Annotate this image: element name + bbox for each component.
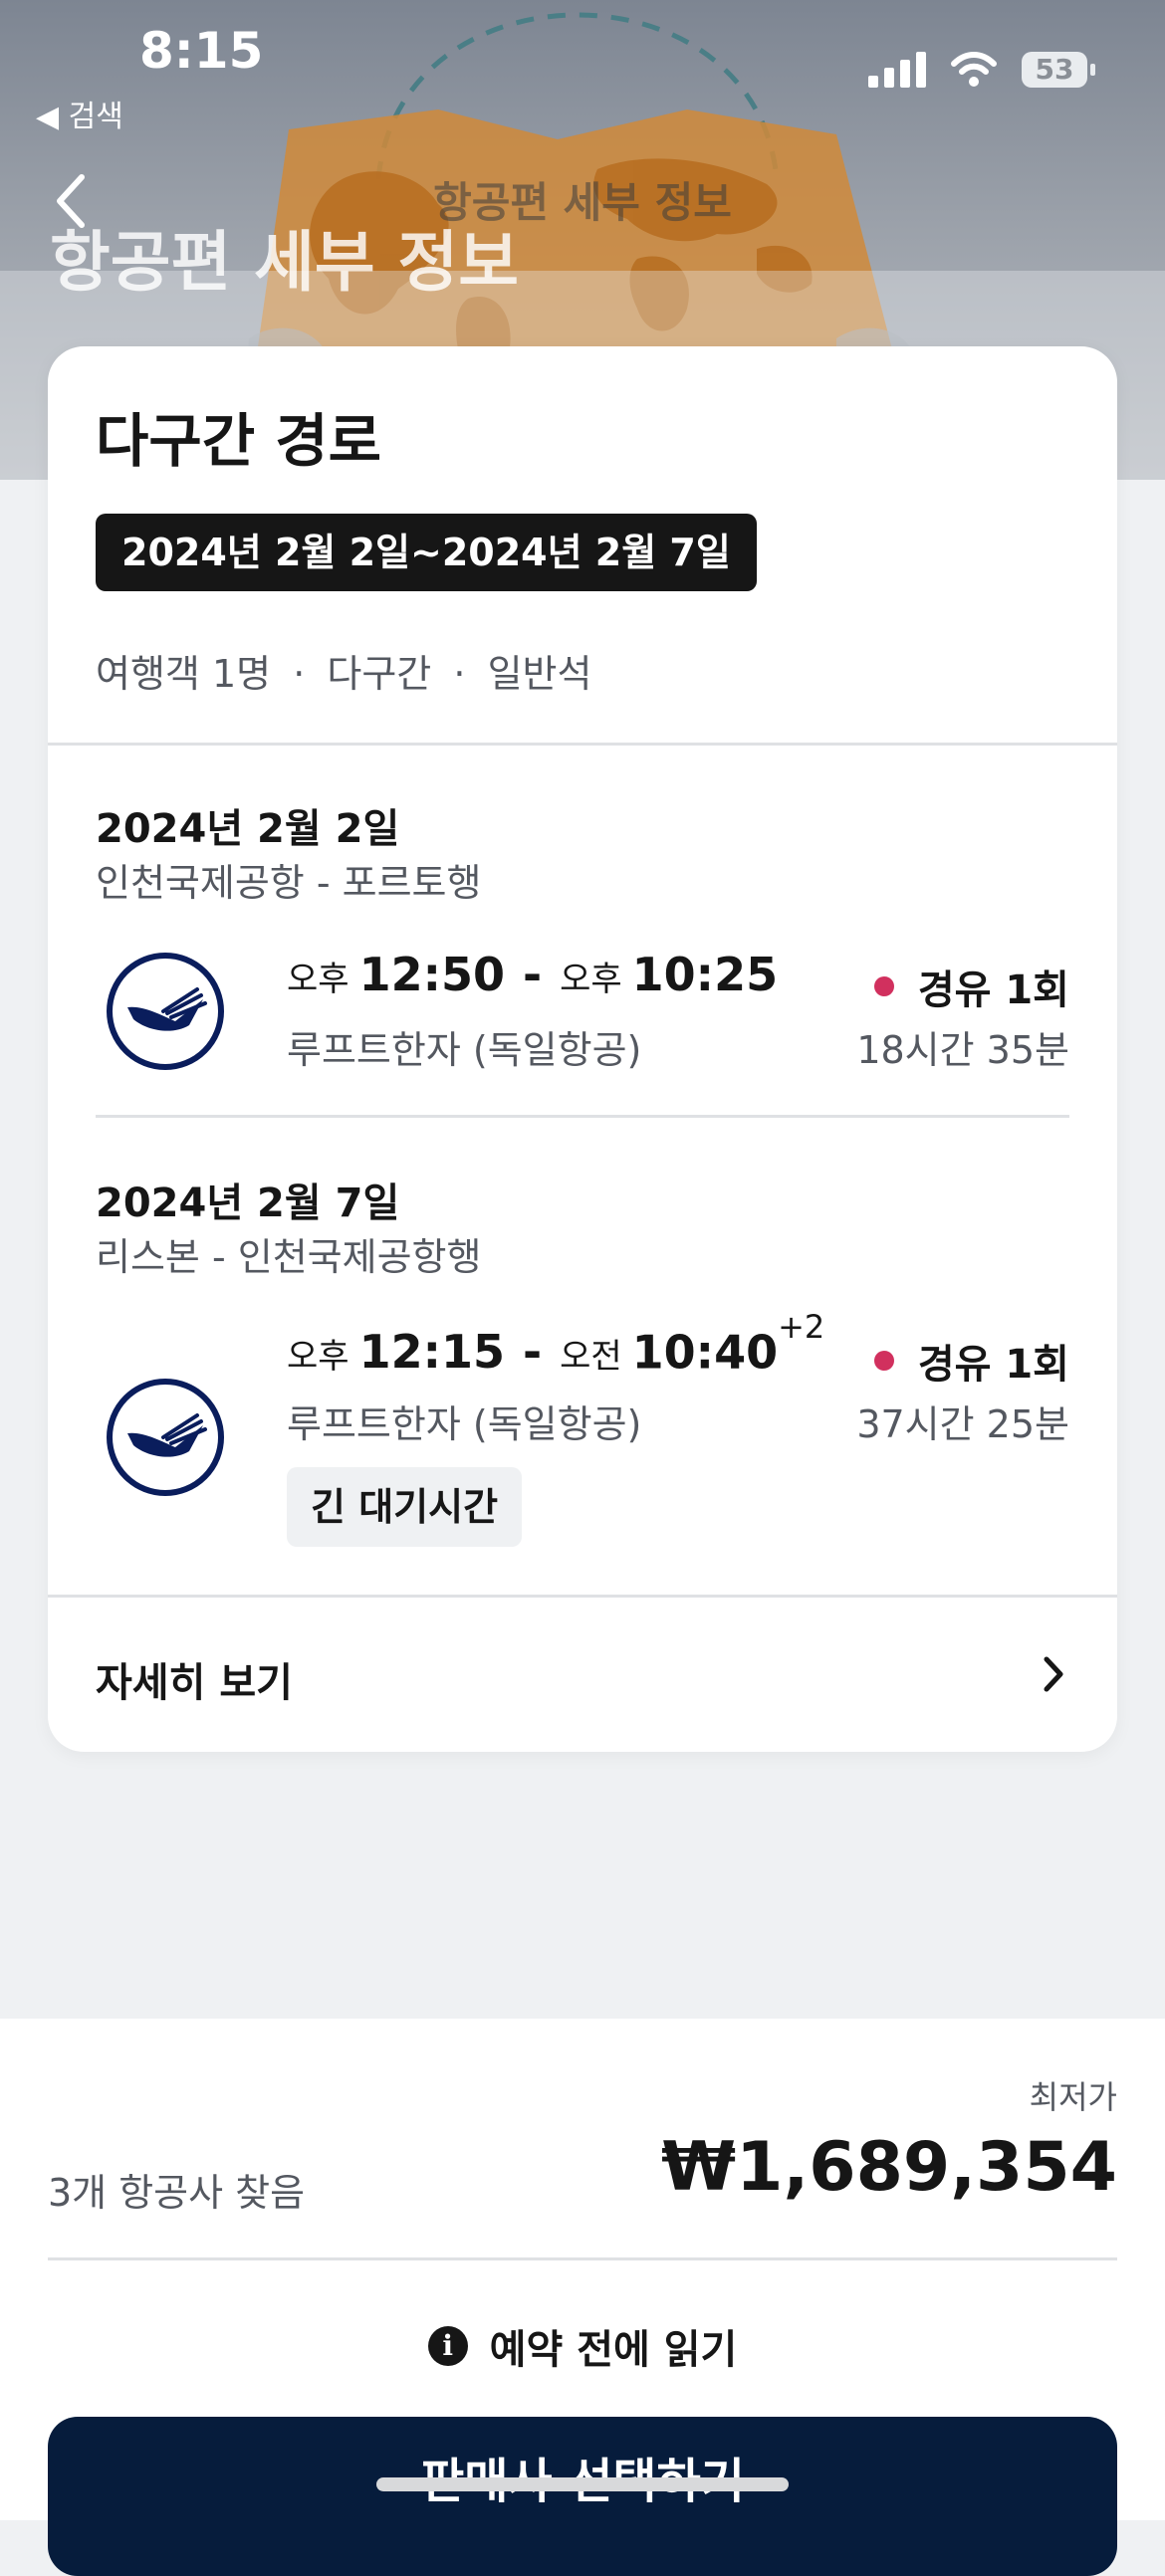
stop-dot-icon bbox=[873, 976, 894, 996]
home-indicator[interactable] bbox=[376, 2477, 789, 2491]
card-title: 다구간 경로 bbox=[96, 407, 381, 475]
arrive-time: 10:40+2 bbox=[631, 1308, 825, 1380]
airline-name: 루프트한자 (독일항공) bbox=[287, 1028, 642, 1072]
stops-label: 경유 1회 bbox=[917, 1342, 1069, 1388]
read-before-booking-label: 예약 전에 읽기 bbox=[489, 2327, 738, 2373]
long-layover-tag: 긴 대기시간 bbox=[287, 1467, 523, 1547]
segment-route: 리스본 - 인천국제공항행 bbox=[96, 1235, 482, 1279]
trip-type: 다구간 bbox=[327, 652, 432, 696]
segment-date: 2024년 2월 2일 bbox=[96, 806, 400, 852]
select-seller-button[interactable]: 판매사 선택하기 bbox=[48, 2417, 1117, 2576]
flight-duration: 37시간 25분 bbox=[856, 1402, 1069, 1446]
flight-duration: 18시간 35분 bbox=[856, 1028, 1069, 1072]
itinerary-card: 다구간 경로 2024년 2월 2일~2024년 2월 7일 여행객 1명 · … bbox=[48, 346, 1117, 1752]
depart-ampm: 오후 bbox=[287, 960, 350, 999]
lowest-price-label: 최저가 bbox=[1029, 2078, 1117, 2116]
day-offset: +2 bbox=[778, 1308, 825, 1346]
depart-time: 12:50 bbox=[358, 948, 505, 1001]
arrive-time-value: 10:40 bbox=[631, 1325, 779, 1380]
signal-icon bbox=[868, 52, 926, 88]
chevron-right-icon bbox=[1044, 1656, 1063, 1692]
segment-route: 인천국제공항 - 포르토행 bbox=[96, 861, 482, 905]
divider bbox=[96, 1115, 1069, 1118]
battery-icon: 53 bbox=[1022, 52, 1095, 88]
flight-times: 오후 12:50 - 오후 10:25 bbox=[287, 948, 779, 1001]
info-icon: i bbox=[427, 2326, 468, 2366]
arrive-ampm: 오전 bbox=[560, 1337, 622, 1378]
stops-info: 경유 1회 bbox=[873, 958, 1069, 1015]
trip-meta: 여행객 1명 · 다구간 · 일반석 bbox=[96, 643, 591, 698]
price-summary-panel: 최저가 3개 항공사 찾음 ₩1,689,354 i 예약 전에 읽기 판매사 … bbox=[0, 2019, 1165, 2576]
airline-name: 루프트한자 (독일항공) bbox=[287, 1402, 642, 1446]
view-details-label: 자세히 보기 bbox=[96, 1660, 293, 1706]
arrive-ampm: 오후 bbox=[560, 960, 622, 999]
cabin-class: 일반석 bbox=[487, 652, 592, 696]
flight-times: 오후 12:15 - 오전 10:40+2 bbox=[287, 1308, 825, 1380]
back-to-search-link[interactable]: ◀ 검색 bbox=[36, 92, 123, 135]
page-title: 항공편 세부 정보 bbox=[50, 224, 519, 301]
arrive-time: 10:25 bbox=[631, 948, 779, 1001]
price-value: ₩1,689,354 bbox=[661, 2128, 1117, 2207]
airlines-found-text: 3개 항공사 찾음 bbox=[48, 2171, 306, 2215]
stops-info: 경유 1회 bbox=[873, 1332, 1069, 1390]
depart-time: 12:15 bbox=[358, 1325, 505, 1380]
date-range-chip: 2024년 2월 2일~2024년 2월 7일 bbox=[96, 514, 757, 591]
stops-label: 경유 1회 bbox=[917, 967, 1069, 1013]
lufthansa-logo-icon bbox=[107, 953, 224, 1070]
view-details-row[interactable]: 자세히 보기 bbox=[48, 1597, 1117, 1752]
status-icons: 53 bbox=[868, 52, 1095, 88]
divider bbox=[48, 2257, 1117, 2260]
meta-separator: · bbox=[453, 652, 466, 696]
wifi-icon bbox=[951, 52, 997, 87]
divider bbox=[48, 743, 1117, 746]
segment-date: 2024년 2월 7일 bbox=[96, 1181, 400, 1226]
travelers-count: 여행객 1명 bbox=[96, 652, 272, 696]
status-time: 8:15 bbox=[139, 22, 264, 80]
meta-separator: · bbox=[293, 652, 306, 696]
depart-ampm: 오후 bbox=[287, 1337, 350, 1378]
stop-dot-icon bbox=[873, 1351, 894, 1371]
lufthansa-logo-icon bbox=[107, 1379, 224, 1496]
read-before-booking-link[interactable]: i 예약 전에 읽기 bbox=[0, 2317, 1165, 2375]
